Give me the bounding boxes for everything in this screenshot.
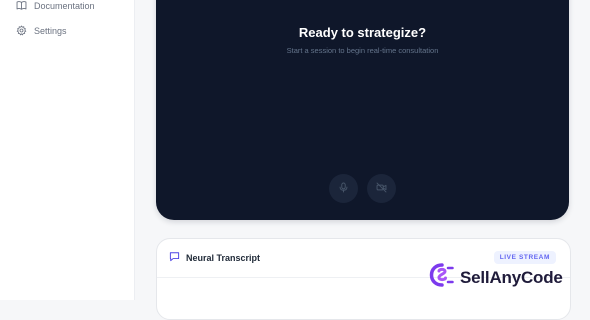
watermark-text: SellAnyCode <box>460 267 563 287</box>
main-area: Ready to strategize? Start a session to … <box>134 0 590 320</box>
microphone-button[interactable] <box>329 174 358 203</box>
transcript-header: Neural Transcript <box>169 251 260 264</box>
session-subtitle: Start a session to begin real-time consu… <box>286 46 439 55</box>
session-panel: Ready to strategize? Start a session to … <box>156 0 569 220</box>
sidebar: Documentation Settings <box>0 0 135 300</box>
sidebar-item-documentation[interactable]: Documentation <box>16 0 95 14</box>
session-title: Ready to strategize? <box>298 25 427 40</box>
sidebar-item-settings[interactable]: Settings <box>16 23 67 39</box>
transcript-title: Neural Transcript <box>186 252 261 263</box>
book-icon <box>16 0 27 13</box>
sidebar-item-label: Documentation <box>34 1 95 11</box>
gear-icon <box>16 24 27 38</box>
camera-button[interactable] <box>367 174 396 203</box>
sellanycode-logo-icon <box>428 263 456 292</box>
watermark: SellAnyCode <box>428 263 563 292</box>
camera-off-icon <box>376 180 387 198</box>
microphone-icon <box>338 180 349 198</box>
chat-bubble-icon <box>169 251 180 264</box>
sidebar-item-label: Settings <box>34 26 67 36</box>
